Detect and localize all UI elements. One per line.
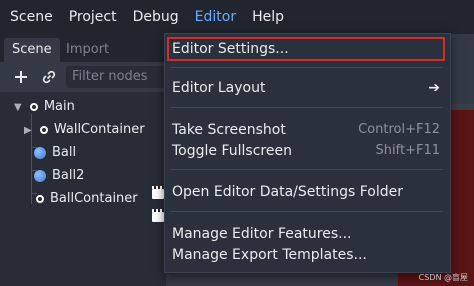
instance-scene-button[interactable] bbox=[38, 66, 60, 88]
menu-item-label: Editor Settings... bbox=[172, 41, 289, 57]
menu-help[interactable]: Help bbox=[244, 0, 292, 34]
menu-separator bbox=[171, 67, 443, 68]
scene-dock: Scene Import Filter nodes ▼ Main ▶ WallC… bbox=[0, 34, 172, 286]
tree-item-main[interactable]: ▼ Main bbox=[14, 96, 75, 118]
menu-item-label: Open Editor Data/Settings Folder bbox=[172, 184, 404, 200]
menu-item-manage-export-templates[interactable]: Manage Export Templates... bbox=[165, 244, 450, 266]
tree-item-wallcontainer[interactable]: ▶ WallContainer bbox=[24, 119, 145, 141]
tree-item-ballcontainer[interactable]: BallContainer bbox=[36, 188, 138, 210]
globe-icon bbox=[34, 169, 46, 182]
menu-debug[interactable]: Debug bbox=[125, 0, 187, 34]
menu-item-label: Take Screenshot bbox=[172, 122, 286, 138]
menu-item-shortcut: Control+F12 bbox=[358, 122, 440, 137]
tab-import[interactable]: Import bbox=[58, 38, 117, 62]
tree-item-label: Main bbox=[43, 99, 75, 114]
menu-scene[interactable]: Scene bbox=[0, 0, 61, 34]
chevron-down-icon[interactable]: ▼ bbox=[14, 102, 22, 113]
add-node-button[interactable] bbox=[10, 66, 32, 88]
tree-item-ball2[interactable]: Ball2 bbox=[34, 165, 84, 187]
menu-separator bbox=[171, 211, 443, 212]
menu-item-label: Toggle Fullscreen bbox=[172, 143, 292, 159]
menu-item-manage-features[interactable]: Manage Editor Features... bbox=[165, 223, 450, 245]
dock-tabs: Scene Import bbox=[0, 34, 166, 62]
open-scene-icon[interactable] bbox=[152, 209, 164, 222]
menu-separator bbox=[171, 169, 443, 170]
arrow-right-icon: ➔ bbox=[428, 80, 440, 96]
tree-item-label: Ball bbox=[52, 145, 77, 160]
tree-item-label: BallContainer bbox=[50, 191, 138, 206]
link-icon bbox=[42, 70, 56, 84]
menu-editor[interactable]: Editor bbox=[187, 0, 244, 34]
watermark: CSDN @盲屋 bbox=[418, 273, 468, 282]
globe-icon bbox=[34, 146, 46, 159]
node-ring-icon bbox=[39, 125, 48, 134]
filter-nodes-input[interactable]: Filter nodes bbox=[66, 66, 172, 88]
menu-item-editor-settings[interactable]: Editor Settings... bbox=[165, 38, 450, 60]
menu-item-take-screenshot[interactable]: Take Screenshot Control+F12 bbox=[165, 119, 450, 141]
menu-item-label: Editor Layout bbox=[172, 80, 266, 96]
tree-item-label: WallContainer bbox=[53, 122, 145, 137]
node-ring-icon bbox=[29, 102, 38, 111]
scene-toolbar: Filter nodes bbox=[0, 62, 172, 92]
tree-item-ball[interactable]: Ball bbox=[34, 142, 76, 164]
menu-item-label: Manage Editor Features... bbox=[172, 226, 352, 242]
node-ring-icon bbox=[36, 194, 44, 203]
menu-item-editor-layout[interactable]: Editor Layout ➔ bbox=[165, 77, 450, 99]
menu-item-label: Manage Export Templates... bbox=[172, 247, 367, 263]
open-scene-icon[interactable] bbox=[152, 186, 164, 199]
menubar: Scene Project Debug Editor Help bbox=[0, 0, 474, 34]
menu-project[interactable]: Project bbox=[61, 0, 125, 34]
tab-scene[interactable]: Scene bbox=[4, 38, 60, 62]
editor-menu-popup: Editor Settings... Editor Layout ➔ Take … bbox=[164, 33, 451, 273]
menu-item-shortcut: Shift+F11 bbox=[375, 143, 440, 158]
chevron-right-icon[interactable]: ▶ bbox=[24, 125, 32, 136]
menu-item-open-settings-folder[interactable]: Open Editor Data/Settings Folder bbox=[165, 181, 450, 203]
plus-icon bbox=[15, 71, 27, 83]
menu-separator bbox=[171, 107, 443, 108]
menu-item-toggle-fullscreen[interactable]: Toggle Fullscreen Shift+F11 bbox=[165, 140, 450, 162]
tree-item-label: Ball2 bbox=[52, 168, 85, 183]
